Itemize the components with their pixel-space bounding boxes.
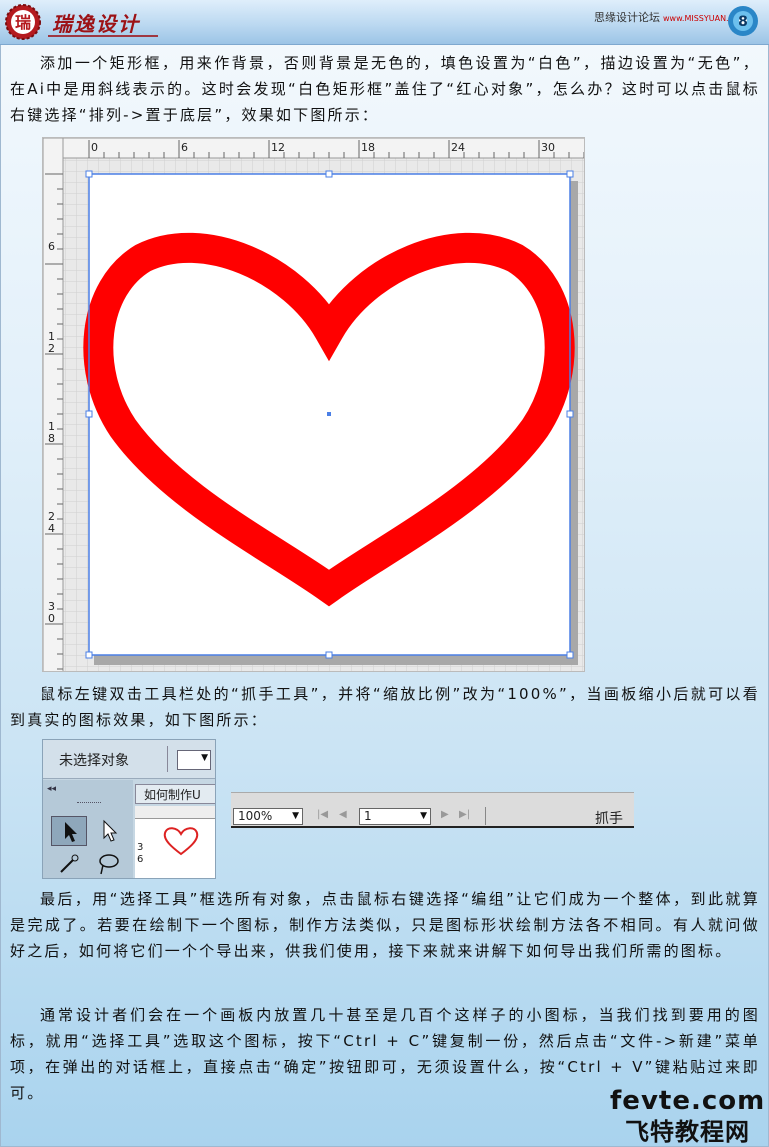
ruler-h-label: 30 xyxy=(541,141,555,154)
magic-wand-tool-button[interactable] xyxy=(51,850,87,878)
disc-logo-icon: 8 xyxy=(728,6,758,36)
ruler-v-label: 6 xyxy=(48,240,55,253)
last-page-icon[interactable]: ▶| xyxy=(459,809,470,820)
magic-wand-icon xyxy=(60,854,79,873)
document-tab-label: 如何制作U xyxy=(144,788,201,802)
svg-text:瑞: 瑞 xyxy=(15,13,31,32)
next-page-icon[interactable]: ▶ xyxy=(441,809,449,820)
ruler-v-label: 2 xyxy=(48,342,55,355)
center-point xyxy=(327,412,331,416)
tools-panel: ◂◂ xyxy=(43,780,133,878)
ruler-h-label: 0 xyxy=(91,141,98,154)
watermark-site-name: 飞特教程网 xyxy=(625,1118,750,1146)
site-name-text: 思缘设计论坛 xyxy=(594,11,660,24)
zoom-value: 100% xyxy=(238,809,273,823)
logo-icon: 瑞 xyxy=(5,4,41,40)
zoom-select[interactable]: 100% ▼ xyxy=(233,808,303,825)
status-bar-screenshot: 100% ▼ |◀ ◀ 1 ▼ ▶ ▶| 抓手 xyxy=(231,792,634,828)
chevron-down-icon: ▼ xyxy=(201,753,208,763)
illustrator-canvas-screenshot: 0 6 12 18 24 30 612182430 xyxy=(42,137,585,672)
ruler-v-label: 8 xyxy=(48,432,55,445)
status-underline xyxy=(231,826,634,828)
header-banner: 瑞 瑞逸设计 思缘设计论坛 www.MISSYUAN.COM 8 xyxy=(0,0,769,45)
brand-underline xyxy=(48,35,158,37)
current-tool-label: 抓手 xyxy=(595,811,623,827)
chevron-down-icon: ▼ xyxy=(292,811,299,821)
page-select[interactable]: 1 ▼ xyxy=(359,808,431,825)
vertical-ruler xyxy=(43,138,64,671)
direct-selection-arrow-icon xyxy=(103,819,118,842)
svg-text:8: 8 xyxy=(738,14,748,30)
ruler-h-label: 6 xyxy=(181,141,188,154)
mini-ruler-3: 3 xyxy=(137,842,144,853)
selection-tool-button[interactable] xyxy=(51,816,87,846)
no-selection-label: 未选择对象 xyxy=(59,753,129,769)
paragraph-3: 最后，用“选择工具”框选所有对象，点击鼠标右键选择“编组”让它们成为一个整体，到… xyxy=(10,890,760,960)
chevron-down-icon: ▼ xyxy=(420,811,427,821)
brand-title: 瑞逸设计 xyxy=(52,12,140,36)
lasso-tool-button[interactable] xyxy=(91,850,127,878)
ruler-h-label: 18 xyxy=(361,141,375,154)
document-tab[interactable]: 如何制作U xyxy=(135,784,215,804)
paragraph-2: 鼠标左键双击工具栏处的“抓手工具”，并将“缩放比例”改为“100%”，当画板缩小… xyxy=(10,685,760,729)
divider xyxy=(167,746,168,772)
mini-ruler xyxy=(135,806,215,819)
divider xyxy=(485,807,486,825)
ruler-h-label: 24 xyxy=(451,141,465,154)
prev-page-icon[interactable]: ◀ xyxy=(339,809,347,820)
ruler-v-label: 4 xyxy=(48,522,55,535)
ruler-h-label: 12 xyxy=(271,141,285,154)
page-value: 1 xyxy=(364,809,372,823)
fill-swatch-dropdown[interactable]: ▼ xyxy=(177,750,211,770)
canvas-svg: 0 6 12 18 24 30 612182430 xyxy=(43,138,584,671)
ruler-v-label: 0 xyxy=(48,612,55,625)
lasso-icon xyxy=(99,854,119,875)
paragraph-1: 添加一个矩形框，用来作背景，否则背景是无色的，填色设置为“白色”，描边设置为“无… xyxy=(10,54,760,124)
selection-arrow-icon xyxy=(65,822,77,842)
tool-panel-screenshot: 未选择对象 ▼ ◂◂ 如何制作U 3 6 xyxy=(42,739,216,879)
first-page-icon[interactable]: |◀ xyxy=(317,809,328,820)
mini-canvas: 3 6 xyxy=(135,806,215,878)
collapse-icon[interactable]: ◂◂ xyxy=(47,784,56,794)
site-name[interactable]: 思缘设计论坛 www.MISSYUAN.COM xyxy=(594,9,747,25)
grip-icon xyxy=(77,802,101,805)
direct-selection-tool-button[interactable] xyxy=(91,816,127,846)
mini-heart-icon xyxy=(163,827,199,856)
mini-ruler-6: 6 xyxy=(137,854,144,865)
